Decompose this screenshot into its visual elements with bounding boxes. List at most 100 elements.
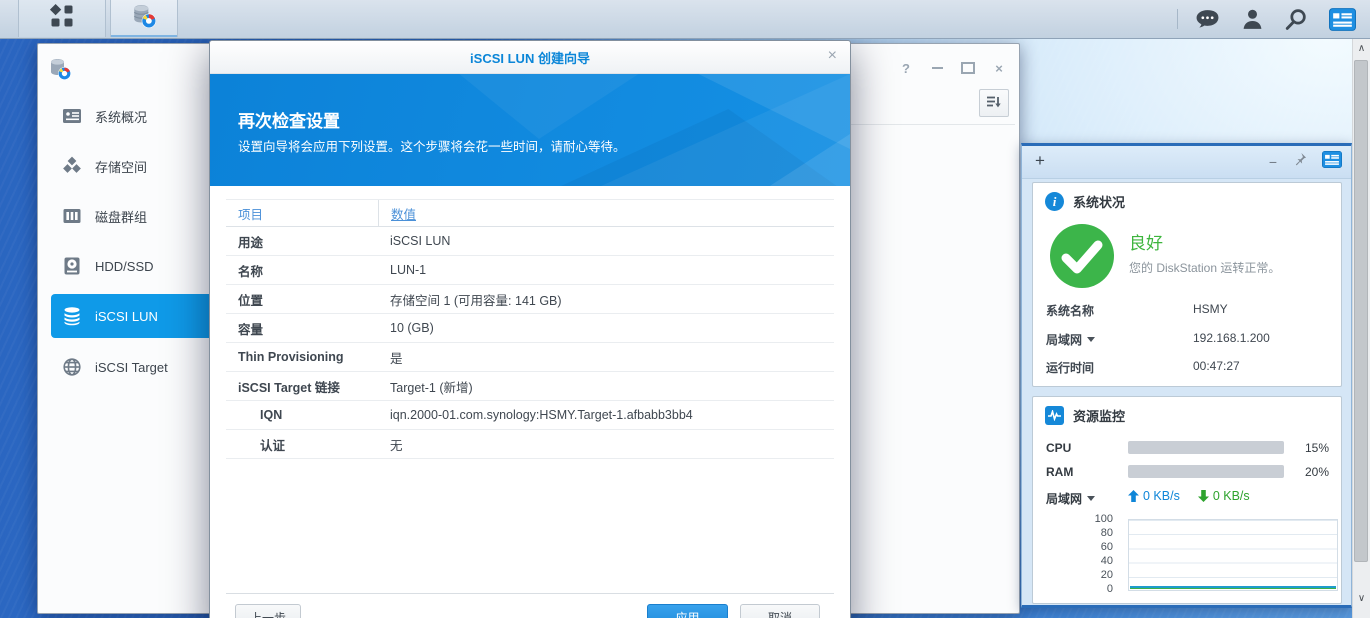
ram-label: RAM — [1046, 465, 1074, 479]
row-value: 无 — [390, 438, 403, 453]
lan-selector[interactable]: 局域网 — [1046, 331, 1096, 348]
traffic-line-series — [1130, 586, 1336, 589]
row-value: LUN-1 — [390, 263, 427, 277]
upload-arrow-icon — [1128, 490, 1139, 502]
ram-percent: 20% — [1304, 465, 1329, 479]
notifications-chat-icon[interactable] — [1195, 9, 1220, 30]
storage-volume-icon — [62, 156, 82, 176]
row-value: Target-1 (新增) — [390, 380, 473, 395]
widget-title: 系统状况 — [1073, 195, 1126, 210]
cpu-meter: CPU 15% — [1046, 441, 1329, 455]
widgets-panel-icon[interactable] — [1322, 151, 1342, 173]
health-status-description: 您的 DiskStation 运转正常。 — [1129, 261, 1281, 275]
widget-panel-header: + − — [1022, 146, 1351, 179]
row-label: 用途 — [238, 235, 264, 250]
iscsi-lun-wizard-dialog: iSCSI LUN 创建向导 × 再次检查设置 设置向导将会应用下列设置。这个步… — [209, 40, 851, 618]
row-label: iSCSI Target 链接 — [238, 380, 340, 395]
table-header-row: 项目 数值 — [226, 200, 834, 227]
taskbar-storage-manager-button[interactable] — [110, 0, 178, 37]
sidebar-item-storage-volume[interactable]: 存储空间 — [51, 144, 229, 188]
footer-divider — [226, 593, 834, 594]
row-value: iqn.2000-01.com.synology:HSMY.Target-1.a… — [390, 408, 693, 422]
table-row: 用途 iSCSI LUN — [226, 227, 834, 256]
sidebar-item-hdd-ssd[interactable]: HDD/SSD — [51, 244, 229, 288]
table-row: 容量 10 (GB) — [226, 314, 834, 343]
widgets-panel-toggle-icon[interactable] — [1329, 7, 1356, 31]
row-label: 名称 — [238, 264, 264, 279]
disk-group-icon — [62, 206, 82, 226]
minimize-panel-icon[interactable]: − — [1269, 155, 1277, 169]
cpu-bar — [1128, 441, 1284, 454]
sidebar-item-iscsi-target[interactable]: iSCSI Target — [51, 345, 229, 389]
add-widget-icon[interactable]: + — [1035, 151, 1045, 171]
sidebar-item-label: 系统概况 — [95, 109, 148, 125]
page-scrollbar[interactable]: ∧ ∨ — [1352, 38, 1370, 618]
apply-button[interactable]: 应用 — [647, 604, 728, 618]
lan-traffic-selector[interactable]: 局域网 — [1046, 490, 1096, 507]
pin-panel-icon[interactable] — [1292, 152, 1307, 172]
table-row: 名称 LUN-1 — [226, 256, 834, 285]
window-maximize-icon[interactable] — [961, 61, 975, 75]
dialog-title: iSCSI LUN 创建向导 — [470, 50, 590, 66]
table-row: 位置 存储空间 1 (可用容量: 141 GB) — [226, 285, 834, 314]
window-close-icon[interactable]: × — [992, 61, 1006, 76]
wizard-step-description: 设置向导将会应用下列设置。这个步骤将会花一些时间，请耐心等待。 — [238, 140, 626, 154]
row-value: 10 (GB) — [390, 321, 434, 335]
sidebar-item-system-overview[interactable]: 系统概况 — [51, 94, 229, 138]
table-row: iSCSI Target 链接 Target-1 (新增) — [226, 372, 834, 401]
scroll-up-icon[interactable]: ∧ — [1353, 38, 1370, 58]
row-label: Thin Provisioning — [238, 350, 344, 364]
sidebar-item-disk-group[interactable]: 磁盘群组 — [51, 194, 229, 238]
row-label: 认证 — [260, 438, 286, 453]
dialog-close-icon[interactable]: × — [828, 48, 837, 64]
screen: ? × 系统概况 存储空间 磁盘群组 HDD/SSD iSCSI LUN iSC… — [0, 0, 1370, 618]
info-value: 192.168.1.200 — [1193, 331, 1270, 345]
dialog-titlebar[interactable]: iSCSI LUN 创建向导 × — [210, 41, 850, 74]
table-row: IQN iqn.2000-01.com.synology:HSMY.Target… — [226, 401, 834, 430]
info-icon: i — [1045, 192, 1064, 211]
sidebar-item-label: 磁盘群组 — [95, 209, 148, 225]
wizard-banner: 再次检查设置 设置向导将会应用下列设置。这个步骤将会花一些时间，请耐心等待。 — [210, 74, 850, 187]
scroll-down-icon[interactable]: ∨ — [1353, 588, 1370, 608]
main-menu-icon — [49, 3, 75, 34]
system-overview-icon — [62, 106, 82, 126]
resource-monitor-widget: 资源监控 CPU 15% RAM 20% 局域网 0 KB/s 0 KB/s 1… — [1032, 396, 1342, 604]
settings-summary-table: 项目 数值 用途 iSCSI LUN 名称 LUN-1 位置 存储空间 1 (可… — [226, 199, 834, 459]
system-health-widget: i 系统状况 良好 您的 DiskStation 运转正常。 系统名称 HSMY… — [1032, 182, 1342, 387]
window-minimize-icon[interactable] — [930, 61, 944, 75]
ram-bar — [1128, 465, 1284, 478]
sidebar-item-label: 存储空间 — [95, 159, 148, 175]
info-label: 运行时间 — [1046, 361, 1095, 375]
info-value: HSMY — [1193, 302, 1228, 316]
taskbar — [0, 0, 1370, 39]
resource-monitor-icon — [1045, 406, 1064, 425]
row-label: 位置 — [238, 293, 264, 308]
sort-button[interactable] — [979, 89, 1009, 117]
widget-panel: + − i 系统状况 良好 您的 DiskStation 运转正常。 系统名称 … — [1021, 143, 1352, 608]
search-icon[interactable] — [1285, 8, 1308, 31]
info-label: 系统名称 — [1046, 304, 1095, 318]
scrollbar-thumb[interactable] — [1354, 60, 1368, 562]
upload-speed: 0 KB/s — [1128, 489, 1180, 503]
main-menu-button[interactable] — [18, 0, 106, 37]
row-label: 容量 — [238, 322, 264, 337]
column-header-value[interactable]: 数值 — [378, 200, 834, 226]
window-help-icon[interactable]: ? — [899, 61, 913, 76]
download-speed: 0 KB/s — [1197, 489, 1250, 503]
download-arrow-icon — [1197, 490, 1209, 502]
table-row: Thin Provisioning 是 — [226, 343, 834, 372]
row-value: iSCSI LUN — [390, 234, 451, 248]
hdd-ssd-icon — [62, 256, 82, 276]
table-row: 认证 无 — [226, 430, 834, 459]
iscsi-lun-icon — [62, 306, 82, 326]
info-value: 00:47:27 — [1193, 359, 1240, 373]
ram-meter: RAM 20% — [1046, 465, 1329, 479]
row-value: 是 — [390, 351, 403, 366]
health-status-text: 良好 — [1129, 234, 1163, 253]
chevron-down-icon — [1087, 496, 1096, 501]
chevron-down-icon — [1087, 337, 1096, 342]
column-header-item[interactable]: 项目 — [226, 204, 378, 223]
back-button[interactable]: 上一步 — [235, 604, 301, 618]
cancel-button[interactable]: 取消 — [740, 604, 820, 618]
user-account-icon[interactable] — [1241, 8, 1264, 31]
